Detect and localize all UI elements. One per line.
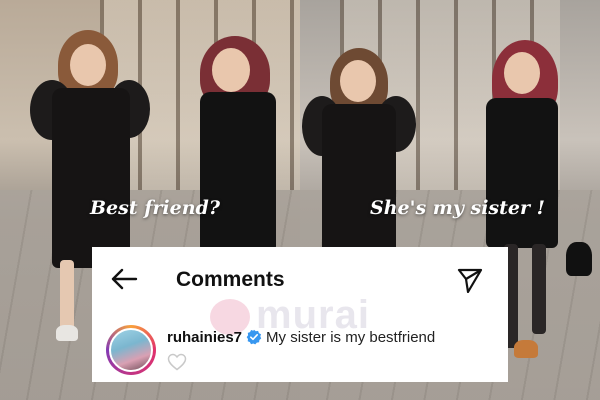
comment-text: My sister is my bestfriend xyxy=(266,329,436,346)
comments-header: Comments xyxy=(92,247,508,309)
comments-card: murai Comments ruhainies7 My sister is m… xyxy=(92,247,508,382)
comment-line: ruhainies7 My sister is my bestfriend xyxy=(167,329,435,346)
comment-username[interactable]: ruhainies7 xyxy=(167,329,242,346)
avatar[interactable] xyxy=(106,325,156,375)
left-caption: Best friend? xyxy=(90,197,220,219)
comments-title: Comments xyxy=(176,268,285,291)
verified-badge-icon xyxy=(246,329,262,345)
right-caption: She's my sister ! xyxy=(370,197,545,219)
heart-outline-icon[interactable] xyxy=(167,353,187,371)
avatar-photo xyxy=(109,328,153,372)
arrow-left-icon[interactable] xyxy=(110,267,138,291)
send-icon[interactable] xyxy=(457,267,483,293)
comment-row: ruhainies7 My sister is my bestfriend xyxy=(92,323,508,378)
